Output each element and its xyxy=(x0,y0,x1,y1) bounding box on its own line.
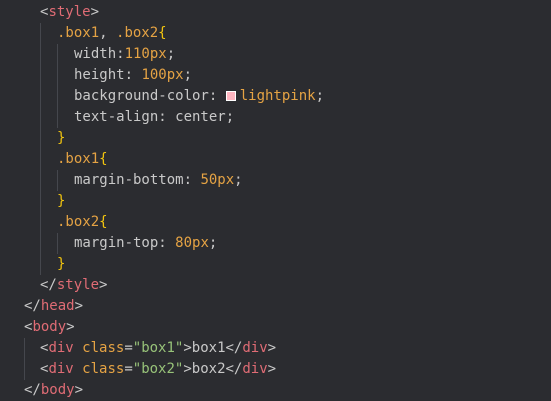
indent-guide xyxy=(57,170,58,191)
code-line: <div class="box1">box1</div> xyxy=(40,340,277,356)
code-line: <div class="box2">box2</div> xyxy=(40,361,277,377)
selector-box2-rule: .box2 xyxy=(57,214,100,230)
code-line: <body> xyxy=(24,319,75,335)
code-line: .box2{ xyxy=(57,214,108,230)
margin-bottom-value: 50px xyxy=(200,172,235,188)
height-value: 100px xyxy=(141,67,184,83)
width-property: width: xyxy=(74,46,125,62)
indent-guide xyxy=(57,44,58,128)
div-close-tag: div xyxy=(242,361,268,377)
box2-class-value: "box2" xyxy=(132,361,184,377)
code-line: background-color: lightpink; xyxy=(74,88,325,104)
class-attribute: class xyxy=(82,340,125,356)
code-line: margin-bottom: 50px; xyxy=(74,172,243,188)
selector-box1-rule: .box1 xyxy=(57,151,100,167)
margin-top-property: margin-top: xyxy=(74,235,176,251)
indent-guide xyxy=(40,23,41,275)
color-swatch-icon[interactable] xyxy=(225,91,236,101)
box1-class-value: "box1" xyxy=(132,340,184,356)
code-line: width:110px; xyxy=(74,46,176,62)
style-open-tag: style xyxy=(48,4,91,20)
code-line: </head> xyxy=(24,298,84,314)
code-line: } xyxy=(57,130,66,146)
width-value: 110px xyxy=(124,46,167,62)
background-color-property: background-color: xyxy=(74,88,226,104)
code-line: text-align: center; xyxy=(74,107,234,128)
margin-bottom-property: margin-bottom: xyxy=(74,172,201,188)
style-close-tag: style xyxy=(56,277,100,293)
body-close-tag: body xyxy=(40,382,75,398)
box1-text: box1 xyxy=(191,340,226,356)
margin-top-value: 80px xyxy=(175,235,209,251)
div-tag: div xyxy=(48,340,74,356)
div-close-tag: div xyxy=(242,340,268,356)
indent-guide xyxy=(24,338,25,380)
code-editor[interactable]: <style> .box1, .box2{ width:110px; heigh… xyxy=(0,0,551,401)
code-line: .box1{ xyxy=(57,151,108,167)
selector-box1: .box1 xyxy=(57,25,100,41)
head-close-tag: head xyxy=(40,298,75,314)
code-line: <style> xyxy=(40,4,100,20)
code-line: } xyxy=(57,256,66,272)
body-open-tag: body xyxy=(32,319,67,335)
code-line: } xyxy=(57,193,66,209)
code-line: </body> xyxy=(24,382,84,398)
selector-separator: , xyxy=(99,25,117,41)
code-line: .box1, .box2{ xyxy=(57,25,167,41)
code-line: </style> xyxy=(40,277,108,293)
code-line: margin-top: 80px; xyxy=(74,235,218,251)
indent-guide xyxy=(57,233,58,254)
div-tag: div xyxy=(48,361,74,377)
box2-text: box2 xyxy=(191,361,226,377)
selector-box2: .box2 xyxy=(116,25,159,41)
height-property: height: xyxy=(74,67,142,83)
class-attribute: class xyxy=(82,361,125,377)
background-color-value: lightpink xyxy=(239,88,316,104)
text-align-declaration: text-align: center; xyxy=(74,109,235,125)
code-line: height: 100px; xyxy=(74,67,193,83)
